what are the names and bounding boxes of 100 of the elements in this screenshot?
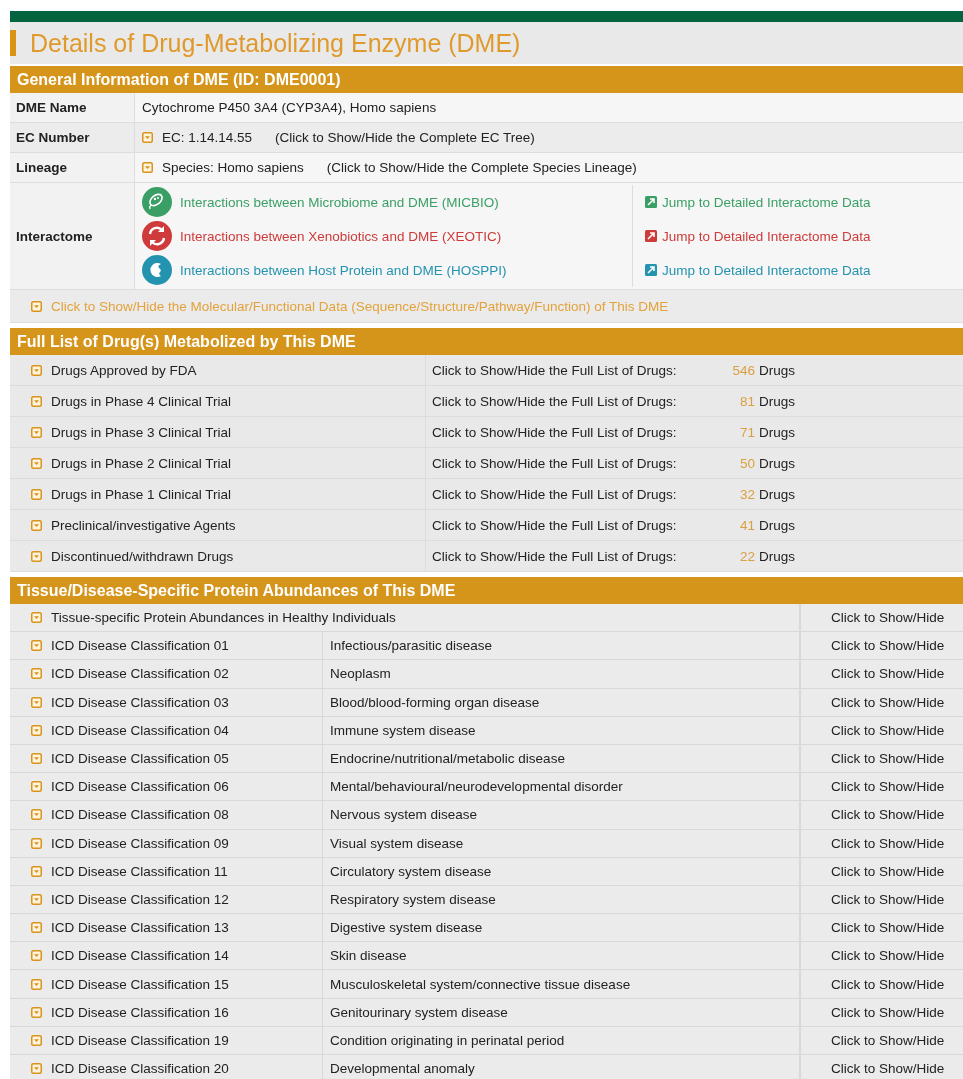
toggle-link[interactable]: Click to Show/Hide [831,694,945,710]
expand-icon[interactable] [31,781,42,793]
expand-icon[interactable] [31,395,42,407]
toggle-link[interactable]: Click to Show/Hide [831,666,945,682]
expand-icon[interactable] [31,426,42,438]
row-label: ICD Disease Classification 09 [51,835,229,851]
drug-count: 41 [738,517,755,533]
toggle-link[interactable]: Click to Show/Hide the Full List of Drugs: [432,362,677,378]
row-label: ICD Disease Classification 11 [51,863,228,879]
row-label: ICD Disease Classification 13 [51,920,229,936]
expand-icon[interactable] [31,519,42,531]
row-label: Tissue-specific Protein Abundances in Healthy Individuals [51,610,396,626]
expand-icon[interactable] [31,950,42,962]
expand-icon[interactable] [31,922,42,934]
count-unit: Drugs [759,424,795,440]
expand-icon[interactable] [31,488,42,500]
toggle-link[interactable]: Click to Show/Hide the Full List of Drugs: [432,424,677,440]
section-header: General Information of DME (ID: DME0001) [10,66,963,93]
toggle-link[interactable]: Click to Show/Hide [831,610,945,626]
row-label: Drugs Approved by FDA [51,362,197,378]
field-value: Species: Homo sapiens [162,160,304,175]
toggle-link[interactable]: Click to Show/Hide [831,863,945,879]
expand-icon[interactable] [31,1034,42,1046]
expand-icon[interactable] [31,668,42,680]
expand-icon[interactable] [31,640,42,652]
toggle-link[interactable]: (Click to Show/Hide the Complete EC Tree) [275,130,535,145]
toggle-link[interactable]: Click to Show/Hide [831,976,945,992]
disease-name: Developmental anomaly [330,1061,475,1077]
row-label: ICD Disease Classification 20 [51,1061,229,1077]
field-label: Lineage [16,160,67,175]
drug-count: 32 [738,486,755,502]
toggle-link[interactable]: Click to Show/Hide the Full List of Drugs: [432,455,677,471]
external-link-icon [645,230,657,242]
toggle-link[interactable]: Click to Show/Hide the Full List of Drugs: [432,393,677,409]
toggle-link[interactable]: Click to Show/Hide [831,779,945,795]
expand-icon[interactable] [31,1063,42,1075]
row-label: Preclinical/investigative Agents [51,517,236,533]
toggle-link[interactable]: Click to Show/Hide [831,751,945,767]
expand-icon[interactable] [31,1006,42,1018]
interaction-link[interactable]: Interactions between Xenobiotics and DME (XEOTIC) [180,228,502,244]
expand-icon[interactable] [142,162,153,173]
disease-name: Musculoskeletal system/connective tissue disease [330,976,631,992]
row-label: ICD Disease Classification 03 [51,694,229,710]
toggle-link[interactable]: Click to Show/Hide the Full List of Drugs: [432,548,677,564]
toggle-link[interactable]: Click to Show/Hide [831,835,945,851]
disease-name: Genitourinary system disease [330,1004,508,1020]
disease-name: Circulatory system disease [330,863,492,879]
row-label: ICD Disease Classification 01 [51,638,229,654]
count-unit: Drugs [759,393,795,409]
expand-icon[interactable] [31,724,42,736]
field-label: EC Number [16,130,90,145]
drug-count: 71 [738,424,755,440]
jump-link[interactable]: Jump to Detailed Interactome Data [662,228,871,244]
toggle-link[interactable]: (Click to Show/Hide the Complete Species Lineage) [326,160,637,175]
row-label: Drugs in Phase 3 Clinical Trial [51,424,232,440]
row-label: ICD Disease Classification 16 [51,1004,229,1020]
toggle-link[interactable]: Click to Show/Hide the Full List of Drugs: [432,517,677,533]
row-label: ICD Disease Classification 08 [51,807,229,823]
cycle-icon [142,221,172,251]
row-label: Discontinued/withdrawn Drugs [51,548,234,564]
expand-icon[interactable] [31,753,42,765]
row-label: ICD Disease Classification 19 [51,1032,229,1048]
expand-icon[interactable] [31,978,42,990]
field-label: DME Name [16,100,87,115]
row-label: Drugs in Phase 2 Clinical Trial [51,455,232,471]
row-label: ICD Disease Classification 15 [51,976,229,992]
disease-name: Endocrine/nutritional/metabolic disease [330,751,565,767]
expand-icon[interactable] [31,809,42,821]
title-marker [10,30,16,56]
expand-icon[interactable] [142,132,153,143]
toggle-link[interactable]: Click to Show/Hide [831,948,945,964]
drug-count: 22 [738,548,755,564]
expand-icon[interactable] [31,612,42,624]
expand-icon[interactable] [31,457,42,469]
toggle-link[interactable]: Click to Show/Hide [831,1032,945,1048]
toggle-link[interactable]: Click to Show/Hide [831,1004,945,1020]
expand-icon[interactable] [31,865,42,877]
row-label: ICD Disease Classification 12 [51,891,229,907]
toggle-link[interactable]: Click to Show/Hide [831,1061,945,1077]
toggle-link[interactable]: Click to Show/Hide [831,722,945,738]
expand-icon[interactable] [31,893,42,905]
expand-icon[interactable] [31,300,42,312]
row-label: ICD Disease Classification 06 [51,779,229,795]
toggle-link[interactable]: Click to Show/Hide [831,920,945,936]
expand-icon[interactable] [31,364,42,376]
expand-icon[interactable] [31,696,42,708]
disease-name: Infectious/parasitic disease [330,638,493,654]
disease-name: Digestive system disease [330,920,483,936]
count-unit: Drugs [759,548,795,564]
expand-icon[interactable] [31,550,42,562]
disease-name: Neoplasm [330,666,391,682]
disease-name: Nervous system disease [330,807,478,823]
toggle-link[interactable]: Click to Show/Hide [831,807,945,823]
disease-name: Respiratory system disease [330,891,496,907]
expand-icon[interactable] [31,837,42,849]
row-label: Drugs in Phase 4 Clinical Trial [51,393,232,409]
external-link-icon [645,196,657,208]
toggle-link[interactable]: Click to Show/Hide the Full List of Drugs: [432,486,677,502]
toggle-link[interactable]: Click to Show/Hide [831,638,945,654]
toggle-link[interactable]: Click to Show/Hide [831,891,945,907]
